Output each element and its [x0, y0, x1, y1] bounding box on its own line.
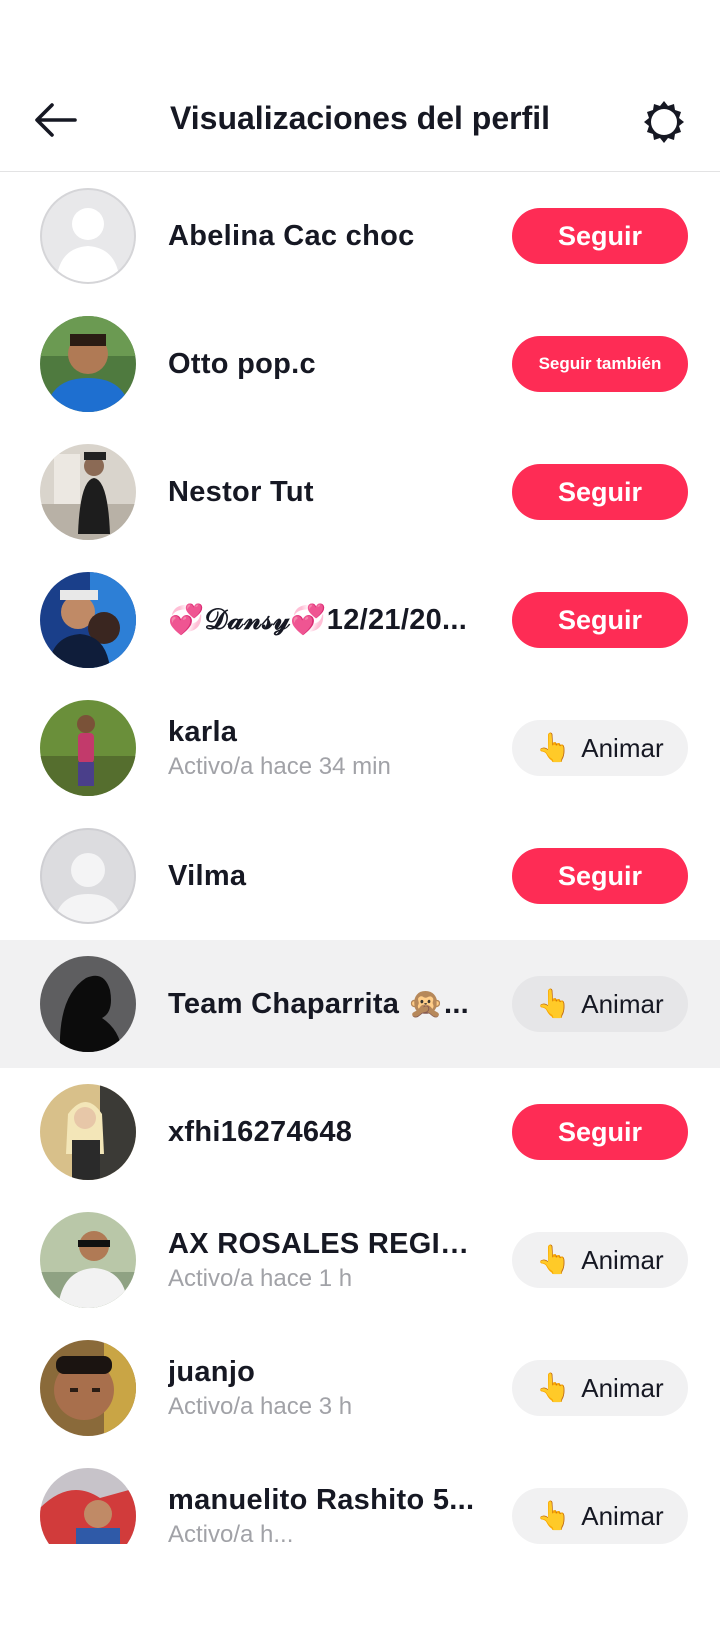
- avatar[interactable]: [40, 1212, 136, 1308]
- wave-button[interactable]: 👆 Animar: [512, 1232, 688, 1288]
- viewer-info: manuelito Rashito 5... Activo/a h...: [168, 1452, 480, 1545]
- avatar[interactable]: [40, 572, 136, 668]
- viewer-info: karla Activo/a hace 34 min: [168, 684, 480, 812]
- wave-label: Animar: [581, 732, 664, 763]
- follow-button[interactable]: Seguir: [512, 1104, 688, 1160]
- activity-status: Activo/a hace 3 h: [168, 1392, 353, 1420]
- viewer-name[interactable]: Vilma: [168, 860, 480, 893]
- viewer-info: juanjo Activo/a hace 3 h: [168, 1324, 480, 1452]
- avatar[interactable]: [40, 1468, 136, 1544]
- avatar[interactable]: [40, 444, 136, 540]
- list-item[interactable]: Abelina Cac choc Seguir: [0, 172, 720, 300]
- follow-button[interactable]: Seguir: [512, 848, 688, 904]
- activity-status: Activo/a hace 34 min: [168, 752, 391, 780]
- pointing-hand-icon: 👆: [536, 1244, 572, 1275]
- wave-button[interactable]: 👆 Animar: [512, 1488, 688, 1544]
- wave-label: Animar: [581, 1244, 664, 1275]
- list-item[interactable]: 💞𝒟𝒶𝓃𝓈𝓎💞12/21/20... Seguir: [0, 556, 720, 684]
- pointing-hand-icon: 👆: [536, 1500, 572, 1531]
- viewer-name[interactable]: manuelito Rashito 5...: [168, 1484, 480, 1517]
- pointing-hand-icon: 👆: [536, 1372, 572, 1403]
- follow-button[interactable]: Seguir: [512, 208, 688, 264]
- top-bar: Visualizaciones del perfil: [0, 0, 720, 172]
- wave-button[interactable]: 👆 Animar: [512, 976, 688, 1032]
- viewers-list[interactable]: Abelina Cac choc Seguir Otto pop.c Segui…: [0, 172, 720, 1544]
- viewer-name[interactable]: karla: [168, 716, 480, 749]
- list-item[interactable]: Vilma Seguir: [0, 812, 720, 940]
- follow-button[interactable]: Seguir: [512, 592, 688, 648]
- viewer-info: Nestor Tut: [168, 428, 480, 556]
- list-item[interactable]: manuelito Rashito 5... Activo/a h... 👆 A…: [0, 1452, 720, 1544]
- viewer-info: Team Chaparrita 🙊...: [168, 940, 480, 1068]
- viewer-info: 💞𝒟𝒶𝓃𝓈𝓎💞12/21/20...: [168, 556, 480, 684]
- avatar[interactable]: [40, 700, 136, 796]
- avatar[interactable]: [40, 956, 136, 1052]
- viewer-name[interactable]: Nestor Tut: [168, 476, 480, 509]
- page-title: Visualizaciones del perfil: [170, 100, 550, 136]
- gear-icon: [644, 101, 684, 143]
- activity-status: Activo/a hace 1 h: [168, 1264, 353, 1292]
- wave-button[interactable]: 👆 Animar: [512, 1360, 688, 1416]
- activity-status: Activo/a h...: [168, 1520, 294, 1545]
- viewer-info: Abelina Cac choc: [168, 172, 480, 300]
- viewer-info: Vilma: [168, 812, 480, 940]
- wave-label: Animar: [581, 1372, 664, 1403]
- list-item[interactable]: karla Activo/a hace 34 min 👆 Animar: [0, 684, 720, 812]
- avatar[interactable]: [40, 828, 136, 924]
- viewer-name[interactable]: Otto pop.c: [168, 348, 480, 381]
- list-item[interactable]: AX ROSALES REGIL... Activo/a hace 1 h 👆 …: [0, 1196, 720, 1324]
- list-item[interactable]: Otto pop.c Seguir también: [0, 300, 720, 428]
- viewer-name[interactable]: 💞𝒟𝒶𝓃𝓈𝓎💞12/21/20...: [168, 603, 480, 637]
- viewer-name[interactable]: Abelina Cac choc: [168, 220, 480, 253]
- avatar[interactable]: [40, 316, 136, 412]
- wave-label: Animar: [581, 1500, 664, 1531]
- wave-button[interactable]: 👆 Animar: [512, 720, 688, 776]
- avatar[interactable]: [40, 188, 136, 284]
- pointing-hand-icon: 👆: [536, 732, 572, 763]
- follow-back-button[interactable]: Seguir también: [512, 336, 688, 392]
- viewer-name[interactable]: AX ROSALES REGIL...: [168, 1228, 480, 1261]
- avatar[interactable]: [40, 1084, 136, 1180]
- list-item[interactable]: Nestor Tut Seguir: [0, 428, 720, 556]
- pointing-hand-icon: 👆: [536, 988, 572, 1019]
- wave-label: Animar: [581, 988, 664, 1019]
- avatar[interactable]: [40, 1340, 136, 1436]
- list-item[interactable]: Team Chaparrita 🙊... 👆 Animar: [0, 940, 720, 1068]
- list-item[interactable]: juanjo Activo/a hace 3 h 👆 Animar: [0, 1324, 720, 1452]
- viewer-info: xfhi16274648: [168, 1068, 480, 1196]
- viewer-name[interactable]: juanjo: [168, 1356, 480, 1389]
- settings-button[interactable]: [638, 96, 690, 148]
- bottom-safe-area: [0, 1544, 720, 1640]
- follow-button[interactable]: Seguir: [512, 464, 688, 520]
- viewer-info: AX ROSALES REGIL... Activo/a hace 1 h: [168, 1196, 480, 1324]
- viewer-info: Otto pop.c: [168, 300, 480, 428]
- viewer-name[interactable]: xfhi16274648: [168, 1116, 480, 1149]
- list-item[interactable]: xfhi16274648 Seguir: [0, 1068, 720, 1196]
- viewer-name[interactable]: Team Chaparrita 🙊...: [168, 987, 480, 1021]
